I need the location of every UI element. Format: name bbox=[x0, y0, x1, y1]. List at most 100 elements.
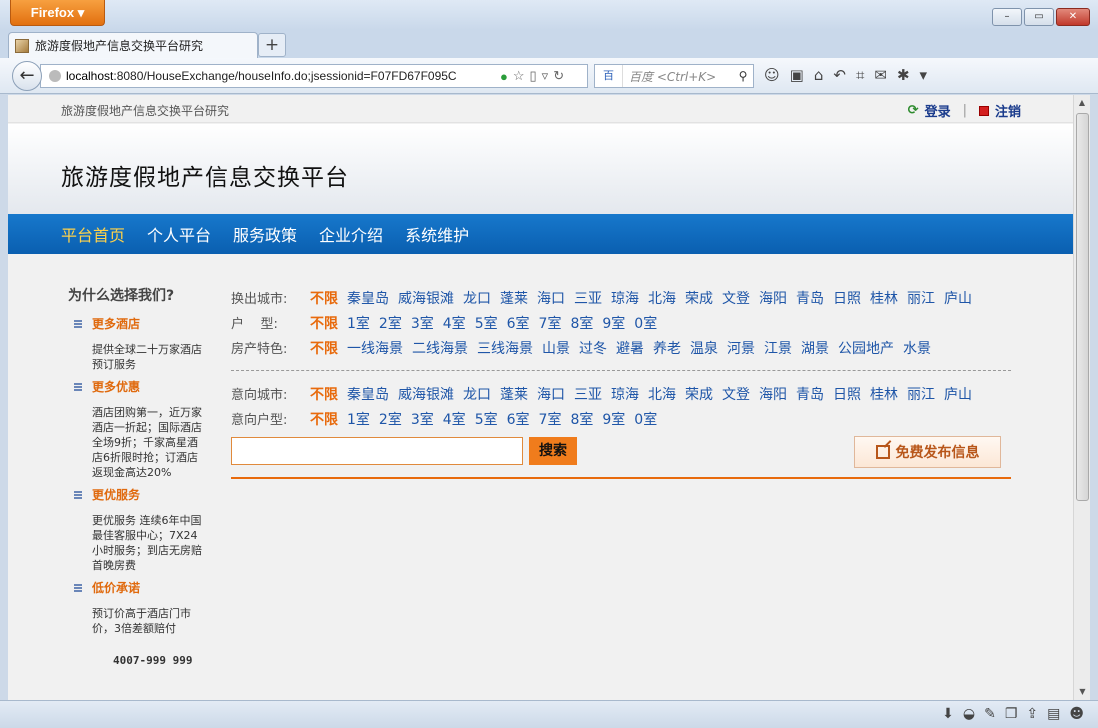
filter-option[interactable]: 不限 bbox=[310, 288, 338, 308]
filter-option[interactable]: 7室 bbox=[539, 409, 562, 429]
filter-option[interactable]: 3室 bbox=[411, 313, 434, 333]
filter-option[interactable]: 北海 bbox=[648, 288, 676, 308]
filter-option[interactable]: 龙口 bbox=[463, 288, 491, 308]
filter-option[interactable]: 不限 bbox=[310, 409, 338, 429]
filter-option[interactable]: 荣成 bbox=[685, 384, 713, 404]
filter-option[interactable]: 秦皇岛 bbox=[347, 288, 389, 308]
publish-info-button[interactable]: 免费发布信息 bbox=[854, 436, 1001, 468]
filter-option[interactable]: 青岛 bbox=[796, 384, 824, 404]
nav-personal[interactable]: 个人平台 bbox=[147, 222, 211, 246]
filter-option[interactable]: 公园地产 bbox=[838, 338, 894, 358]
download-icon[interactable]: ⬇ bbox=[942, 706, 954, 722]
filter-option[interactable]: 8室 bbox=[570, 409, 593, 429]
filter-option[interactable]: 文登 bbox=[722, 384, 750, 404]
undo-icon[interactable]: ↶ bbox=[833, 66, 846, 84]
filter-option[interactable]: 0室 bbox=[634, 313, 657, 333]
filter-option[interactable]: 河景 bbox=[727, 338, 755, 358]
nav-home[interactable]: 平台首页 bbox=[61, 222, 125, 246]
minimize-button[interactable]: – bbox=[992, 8, 1022, 26]
filter-option[interactable]: 三亚 bbox=[574, 288, 602, 308]
maximize-button[interactable]: ▭ bbox=[1024, 8, 1054, 26]
filter-option[interactable]: 桂林 bbox=[870, 384, 898, 404]
reason-title[interactable]: 更多酒店 bbox=[92, 315, 140, 332]
filter-option[interactable]: 8室 bbox=[570, 313, 593, 333]
nav-maintenance[interactable]: 系统维护 bbox=[405, 222, 469, 246]
filter-option[interactable]: 养老 bbox=[653, 338, 681, 358]
filter-option[interactable]: 湖景 bbox=[801, 338, 829, 358]
filter-option[interactable]: 荣成 bbox=[685, 288, 713, 308]
filter-option[interactable]: 三亚 bbox=[574, 384, 602, 404]
filter-option[interactable]: 龙口 bbox=[463, 384, 491, 404]
filter-option[interactable]: 威海银滩 bbox=[398, 384, 454, 404]
reload-icon[interactable]: ↻ bbox=[553, 68, 564, 84]
filter-option[interactable]: 秦皇岛 bbox=[347, 384, 389, 404]
filter-option[interactable]: 青岛 bbox=[796, 288, 824, 308]
filter-option[interactable]: 9室 bbox=[602, 313, 625, 333]
login-link[interactable]: 登录 bbox=[925, 101, 951, 120]
filter-option[interactable]: 山景 bbox=[542, 338, 570, 358]
filter-option[interactable]: 一线海景 bbox=[347, 338, 403, 358]
filter-option[interactable]: 9室 bbox=[602, 409, 625, 429]
vertical-scrollbar[interactable]: ▲ ▼ bbox=[1073, 95, 1090, 700]
filter-option[interactable]: 不限 bbox=[310, 313, 338, 333]
reason-title[interactable]: 更多优惠 bbox=[92, 378, 140, 395]
browser-tab-active[interactable]: 旅游度假地产信息交换平台研究 bbox=[8, 32, 258, 58]
search-magnifier-icon[interactable]: ⚲ bbox=[733, 69, 753, 83]
filter-option[interactable]: 2室 bbox=[379, 313, 402, 333]
brush-icon[interactable]: ✎ bbox=[984, 706, 996, 722]
filter-option[interactable]: 桂林 bbox=[870, 288, 898, 308]
filter-option[interactable]: 江景 bbox=[764, 338, 792, 358]
logout-link[interactable]: 注销 bbox=[995, 101, 1021, 120]
close-window-button[interactable]: ✕ bbox=[1056, 8, 1090, 26]
filter-option[interactable]: 海阳 bbox=[759, 384, 787, 404]
filter-option[interactable]: 5室 bbox=[475, 409, 498, 429]
url-bar[interactable]: localhost:8080/HouseExchange/houseInfo.d… bbox=[40, 64, 588, 88]
user-icon[interactable]: ☻ bbox=[1069, 706, 1084, 722]
filter-option[interactable]: 海口 bbox=[537, 288, 565, 308]
filter-option[interactable]: 琼海 bbox=[611, 288, 639, 308]
filter-option[interactable]: 7室 bbox=[539, 313, 562, 333]
nav-company[interactable]: 企业介绍 bbox=[319, 222, 383, 246]
save-icon[interactable]: ▤ bbox=[1047, 706, 1060, 722]
filter-option[interactable]: 过冬 bbox=[579, 338, 607, 358]
nav-policy[interactable]: 服务政策 bbox=[233, 222, 297, 246]
mobile-icon[interactable]: ▯ bbox=[530, 68, 537, 84]
filter-option[interactable]: 避暑 bbox=[616, 338, 644, 358]
filter-option[interactable]: 1室 bbox=[347, 313, 370, 333]
scroll-down-icon[interactable]: ▼ bbox=[1074, 684, 1091, 700]
filter-option[interactable]: 二线海景 bbox=[412, 338, 468, 358]
reason-title[interactable]: 低价承诺 bbox=[92, 579, 140, 596]
search-button[interactable]: 搜索 bbox=[529, 437, 577, 465]
filter-option[interactable]: 蓬莱 bbox=[500, 288, 528, 308]
filter-option[interactable]: 4室 bbox=[443, 409, 466, 429]
crop-icon[interactable]: ⌗ bbox=[856, 66, 864, 84]
addon-green-icon[interactable]: ● bbox=[500, 69, 508, 84]
filter-option[interactable]: 文登 bbox=[722, 288, 750, 308]
filter-option[interactable]: 6室 bbox=[507, 409, 530, 429]
keyword-search-input[interactable] bbox=[231, 437, 523, 465]
filter-option[interactable]: 蓬莱 bbox=[500, 384, 528, 404]
home-icon[interactable]: ⌂ bbox=[814, 66, 824, 84]
firefox-menu-button[interactable]: Firefox ▾ bbox=[10, 0, 105, 26]
addon-bug-icon[interactable]: ✱ bbox=[897, 66, 910, 84]
filter-option[interactable]: 威海银滩 bbox=[398, 288, 454, 308]
filter-option[interactable]: 6室 bbox=[507, 313, 530, 333]
scroll-thumb[interactable] bbox=[1076, 113, 1089, 501]
filter-option[interactable]: 温泉 bbox=[690, 338, 718, 358]
bookmarks-menu-icon[interactable]: ▣ bbox=[790, 66, 804, 84]
search-engine-icon[interactable]: 百 bbox=[595, 65, 623, 87]
filter-option[interactable]: 日照 bbox=[833, 384, 861, 404]
filter-option[interactable]: 丽江 bbox=[907, 384, 935, 404]
filter-option[interactable]: 日照 bbox=[833, 288, 861, 308]
reason-title[interactable]: 更优服务 bbox=[92, 486, 140, 503]
filter-option[interactable]: 不限 bbox=[310, 384, 338, 404]
filter-option[interactable]: 三线海景 bbox=[477, 338, 533, 358]
overflow-menu-icon[interactable]: ▾ bbox=[920, 66, 928, 84]
filter-option[interactable]: 庐山 bbox=[944, 384, 972, 404]
chat-icon[interactable]: ✉ bbox=[874, 66, 887, 84]
filter-option[interactable]: 海口 bbox=[537, 384, 565, 404]
filter-option[interactable]: 1室 bbox=[347, 409, 370, 429]
filter-option[interactable]: 5室 bbox=[475, 313, 498, 333]
new-tab-button[interactable]: + bbox=[258, 33, 286, 57]
dropdown-arrow-icon[interactable]: ▿ bbox=[542, 68, 549, 84]
